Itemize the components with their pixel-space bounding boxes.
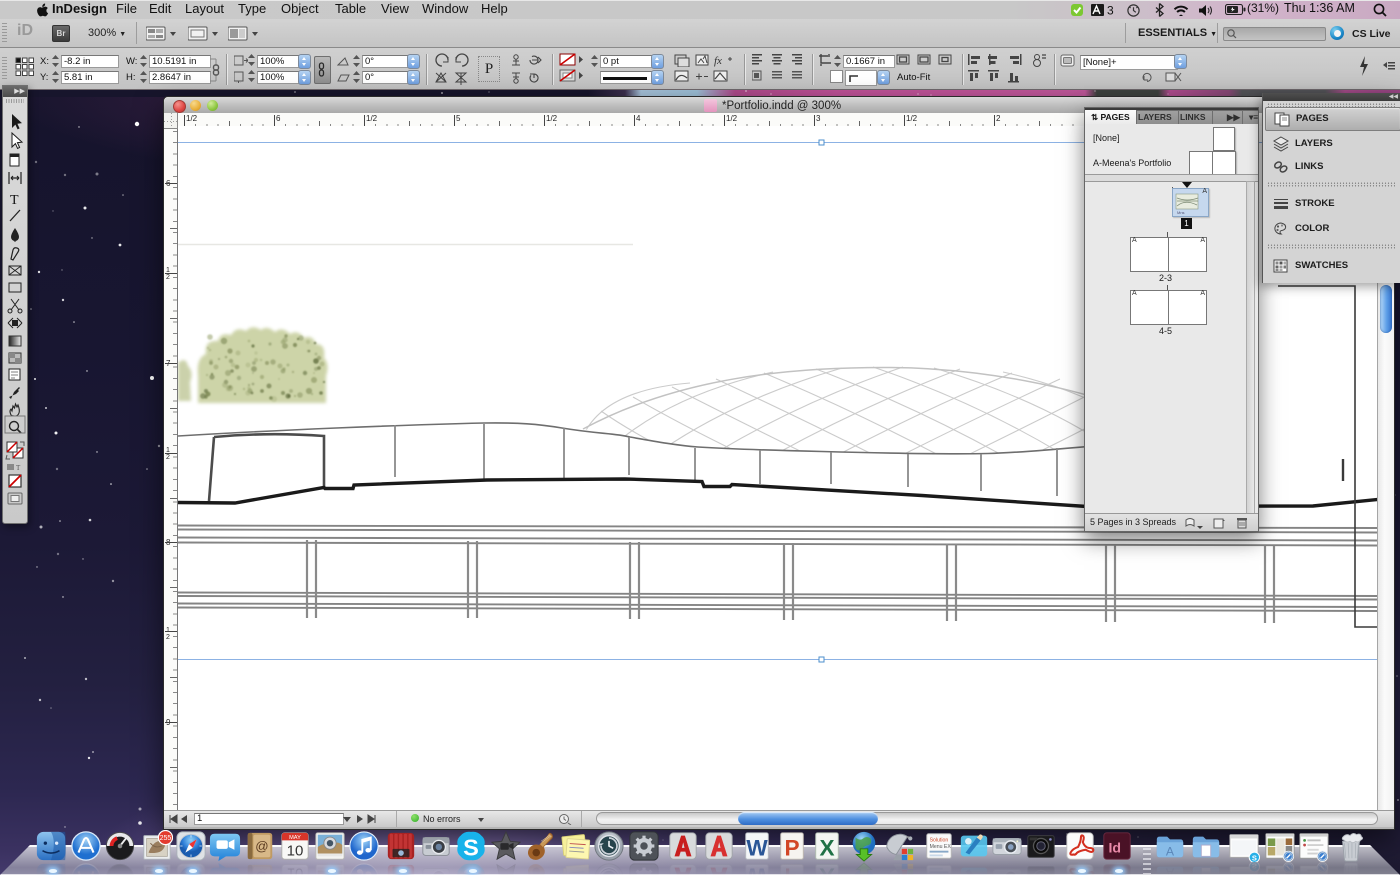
svg-text:S: S bbox=[1252, 854, 1257, 862]
svg-text:A: A bbox=[1166, 844, 1175, 858]
svg-text:Menu EX: Menu EX bbox=[930, 844, 952, 850]
svg-text:255: 255 bbox=[160, 835, 172, 842]
svg-text:X: X bbox=[819, 835, 834, 860]
svg-text:3: 3 bbox=[1107, 4, 1114, 16]
svg-text:MAY: MAY bbox=[289, 835, 301, 841]
svg-text:W: W bbox=[746, 835, 768, 860]
svg-text:Mns: Mns bbox=[1177, 210, 1185, 215]
svg-text:fx: fx bbox=[714, 55, 722, 67]
svg-text:Id: Id bbox=[1109, 840, 1122, 856]
svg-text:P: P bbox=[784, 835, 799, 860]
svg-text:Solution: Solution bbox=[930, 837, 949, 843]
svg-text:T: T bbox=[16, 464, 21, 472]
svg-text:T: T bbox=[10, 193, 19, 208]
svg-text:10: 10 bbox=[287, 842, 304, 859]
svg-text:@: @ bbox=[255, 839, 268, 854]
svg-text:S: S bbox=[463, 834, 479, 860]
